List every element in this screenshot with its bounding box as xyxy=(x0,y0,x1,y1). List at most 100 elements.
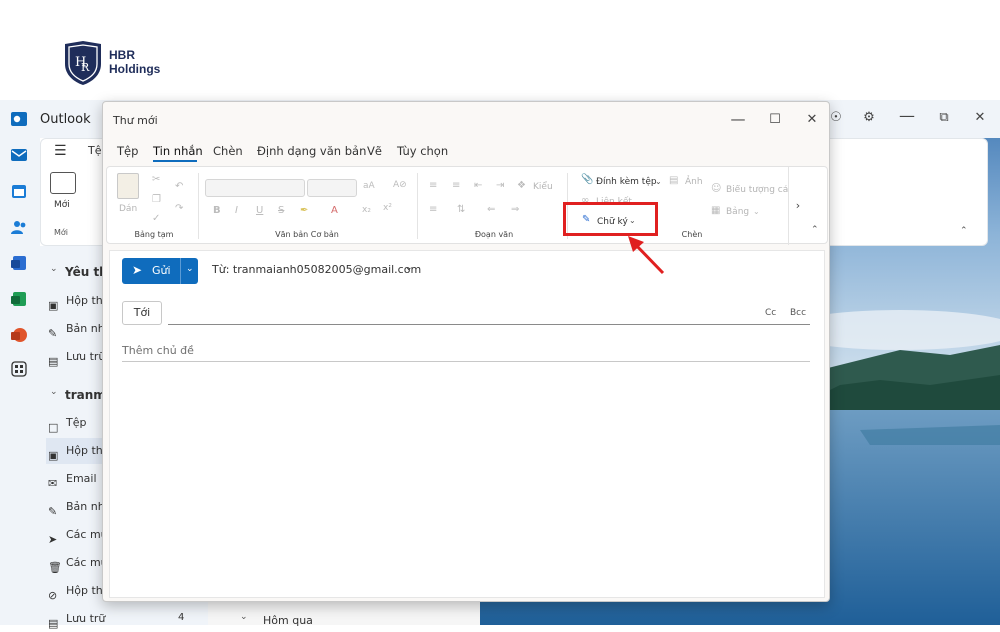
to-button[interactable]: Tới xyxy=(122,301,162,325)
archive-count: 4 xyxy=(178,612,185,623)
apps-icon[interactable] xyxy=(10,360,28,378)
bold-icon[interactable]: B xyxy=(213,205,221,216)
paste-label[interactable]: Dán xyxy=(119,204,137,214)
excel-icon[interactable] xyxy=(10,290,28,308)
mail-icon[interactable] xyxy=(10,146,28,164)
chevron-down-icon[interactable]: ⌄ xyxy=(405,263,413,273)
increase-indent-icon[interactable]: ⇥ xyxy=(496,180,504,191)
subscript-icon[interactable]: x₂ xyxy=(362,205,371,215)
table-label[interactable]: Bảng xyxy=(726,207,749,217)
window-title: Thư mới xyxy=(113,114,158,127)
mail-folder-icon: ✉ xyxy=(48,477,58,490)
chevron-down-icon[interactable]: ⌄ xyxy=(50,387,58,397)
inbox-icon: ▣ xyxy=(48,449,59,462)
restore-icon[interactable]: ⧉ xyxy=(934,110,954,128)
undo-icon[interactable]: ↶ xyxy=(175,181,183,192)
send-options-dropdown[interactable]: ⌄ xyxy=(180,258,198,284)
font-family-dropdown[interactable] xyxy=(205,179,305,197)
font-size-dropdown[interactable] xyxy=(307,179,357,197)
chevron-down-icon[interactable]: ⌄ xyxy=(240,612,248,622)
folder-icon: □ xyxy=(48,421,59,434)
people-icon[interactable] xyxy=(10,218,28,236)
table-icon[interactable]: ▦ xyxy=(711,205,720,216)
calendar-icon[interactable] xyxy=(10,182,28,200)
tab-format-text[interactable]: Định dạng văn bản xyxy=(257,144,366,158)
hamburger-menu-icon[interactable]: ☰ xyxy=(54,143,67,159)
tab-insert[interactable]: Chèn xyxy=(213,144,243,158)
collapse-ribbon-icon[interactable]: ⌃ xyxy=(811,225,819,235)
active-tab-indicator xyxy=(153,160,197,162)
styles-icon[interactable]: ❖ xyxy=(517,180,526,191)
bcc-button[interactable]: Bcc xyxy=(790,308,806,318)
trash-icon: 🗑 xyxy=(48,561,62,574)
paragraph-group-label: Đoạn văn xyxy=(474,230,514,239)
close-icon[interactable]: ✕ xyxy=(800,110,824,130)
minimize-icon[interactable]: — xyxy=(897,106,917,125)
subject-underline xyxy=(122,361,810,362)
bullets-icon[interactable]: ≡ xyxy=(429,180,437,191)
paperclip-icon[interactable]: 📎 xyxy=(581,174,593,185)
powerpoint-icon[interactable] xyxy=(10,326,28,344)
strikethrough-icon[interactable]: S xyxy=(278,205,284,216)
emoji-icon[interactable]: ☺ xyxy=(711,183,721,194)
superscript-icon[interactable]: x² xyxy=(383,203,392,213)
compose-area: ➤ Gửi ⌄ Từ: tranmaianh05082005@gmail.com… xyxy=(109,250,825,598)
send-button[interactable]: ➤ Gửi ⌄ xyxy=(122,258,198,284)
logo-line-1: HBR xyxy=(109,48,135,62)
new-mail-label[interactable]: Mới xyxy=(54,200,70,210)
chevron-right-icon[interactable]: › xyxy=(788,167,807,245)
tab-draw[interactable]: Vẽ xyxy=(367,144,382,158)
chevron-down-icon[interactable]: ⌄ xyxy=(753,207,760,216)
clear-formatting-icon[interactable]: A⊘ xyxy=(393,180,407,190)
to-field[interactable] xyxy=(168,324,810,325)
ltr-icon[interactable]: ⇒ xyxy=(511,204,519,215)
new-mail-icon[interactable] xyxy=(50,172,76,194)
change-case-icon[interactable]: aA xyxy=(363,181,375,191)
basic-text-group-label: Văn bản Cơ bản xyxy=(275,230,339,239)
italic-icon[interactable]: I xyxy=(235,205,238,216)
copy-icon[interactable]: ❐ xyxy=(152,194,161,205)
clipboard-group-label: Bảng tạm xyxy=(134,230,174,239)
collapse-ribbon-icon[interactable]: ⌃ xyxy=(960,226,968,236)
message-body[interactable] xyxy=(122,371,812,591)
attach-file-label[interactable]: Đính kèm tệp xyxy=(596,177,657,187)
redo-icon[interactable]: ↷ xyxy=(175,203,183,214)
maximize-icon[interactable]: ☐ xyxy=(763,110,787,130)
font-color-icon[interactable]: A xyxy=(331,205,338,216)
hbr-logo: H R HBR Holdings xyxy=(62,40,202,86)
decrease-indent-icon[interactable]: ⇤ xyxy=(474,180,482,191)
close-icon[interactable]: ✕ xyxy=(970,110,990,128)
minimize-icon[interactable]: — xyxy=(726,109,750,129)
annotation-arrow-icon xyxy=(628,236,665,275)
from-account[interactable]: Từ: tranmaianh05082005@gmail.com xyxy=(212,263,421,276)
underline-icon[interactable]: U xyxy=(256,205,263,216)
send-icon: ➤ xyxy=(132,263,143,277)
highlight-icon[interactable]: ✒ xyxy=(300,205,308,216)
paste-icon[interactable] xyxy=(117,173,139,199)
chevron-down-icon[interactable]: ⌄ xyxy=(50,264,58,274)
line-spacing-icon[interactable]: ⇅ xyxy=(457,204,465,215)
cut-icon[interactable]: ✂ xyxy=(152,174,160,185)
word-icon[interactable] xyxy=(10,254,28,272)
gear-icon[interactable]: ⚙ xyxy=(859,110,879,128)
new-message-window: Thư mới — ☐ ✕ Tệp Tin nhắn Chèn Định dạn… xyxy=(102,101,830,602)
styles-label[interactable]: Kiểu xyxy=(533,182,553,192)
logo-line-2: Holdings xyxy=(109,62,161,76)
numbering-icon[interactable]: ≡ xyxy=(452,180,460,191)
format-painter-icon[interactable]: ✓ xyxy=(152,213,160,224)
tab-message[interactable]: Tin nhắn xyxy=(153,144,203,158)
app-rail xyxy=(0,138,40,625)
emoji-label[interactable]: Biểu tượng cảm xyxy=(726,185,788,195)
picture-icon[interactable]: ▤ xyxy=(669,175,678,186)
subject-field[interactable]: Thêm chủ đề xyxy=(122,344,194,357)
chevron-down-icon[interactable]: ⌄ xyxy=(655,177,662,186)
shield-logo-icon: H R xyxy=(65,41,101,85)
group-divider xyxy=(417,173,418,239)
svg-text:R: R xyxy=(81,61,90,74)
rtl-icon[interactable]: ⇐ xyxy=(487,204,495,215)
align-icon[interactable]: ≡ xyxy=(429,204,437,215)
cc-button[interactable]: Cc xyxy=(765,308,776,318)
tab-options[interactable]: Tùy chọn xyxy=(397,144,448,158)
picture-label[interactable]: Ảnh xyxy=(685,177,703,187)
tab-file[interactable]: Tệp xyxy=(117,144,138,158)
